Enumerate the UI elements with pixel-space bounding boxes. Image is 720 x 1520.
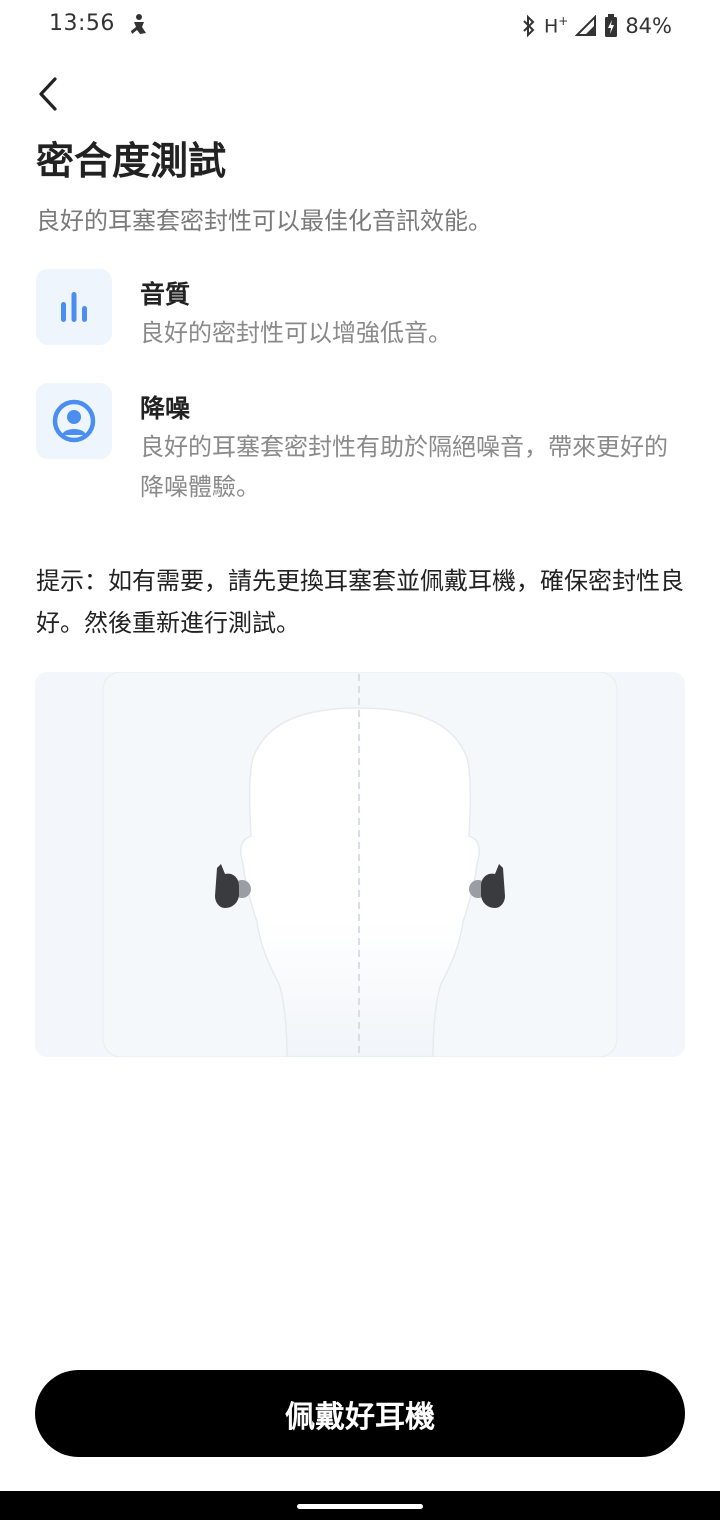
head-with-earbuds-illustration <box>35 672 685 1057</box>
network-type-label: H <box>543 15 559 38</box>
wear-earbuds-button[interactable]: 佩戴好耳機 <box>35 1370 685 1457</box>
feature-title: 音質 <box>140 280 191 309</box>
page-subtitle: 良好的耳塞套密封性可以最佳化音訊效能。 <box>36 207 492 235</box>
chevron-left-icon <box>39 77 57 111</box>
battery-charging-icon <box>604 14 618 38</box>
battery-percent: 84% <box>625 14 672 38</box>
network-type: H+ <box>544 14 568 37</box>
hint-text: 提示：如有需要，請先更換耳塞套並佩戴耳機，確保密封性良好。然後重新進行測試。 <box>36 567 684 637</box>
feature-title: 降噪 <box>140 394 191 423</box>
navigation-bar <box>0 1491 720 1520</box>
accessibility-figure-icon <box>128 13 150 37</box>
feature-description: 良好的耳塞套密封性有助於隔絕噪音，帶來更好的降噪體驗。 <box>140 433 668 501</box>
bluetooth-icon <box>521 14 537 38</box>
status-indicators: H+ 84% <box>521 11 672 41</box>
page-title: 密合度測試 <box>36 139 227 183</box>
feature-description: 良好的密封性可以增強低音。 <box>140 319 452 347</box>
feature-noise-cancelling: 降噪 良好的耳塞套密封性有助於隔絕噪音，帶來更好的降噪體驗。 <box>36 383 686 513</box>
back-button[interactable] <box>28 72 68 116</box>
home-gesture-handle[interactable] <box>297 1504 423 1509</box>
bar-chart-icon <box>36 269 112 345</box>
status-bar: 13:56 H+ 84% <box>0 0 720 52</box>
cell-signal-icon <box>575 15 597 37</box>
feature-sound-quality: 音質 良好的密封性可以增強低音。 <box>36 269 686 349</box>
network-type-plus: + <box>558 14 569 29</box>
status-time: 13:56 <box>49 11 115 36</box>
person-noise-cancel-icon <box>36 383 112 459</box>
